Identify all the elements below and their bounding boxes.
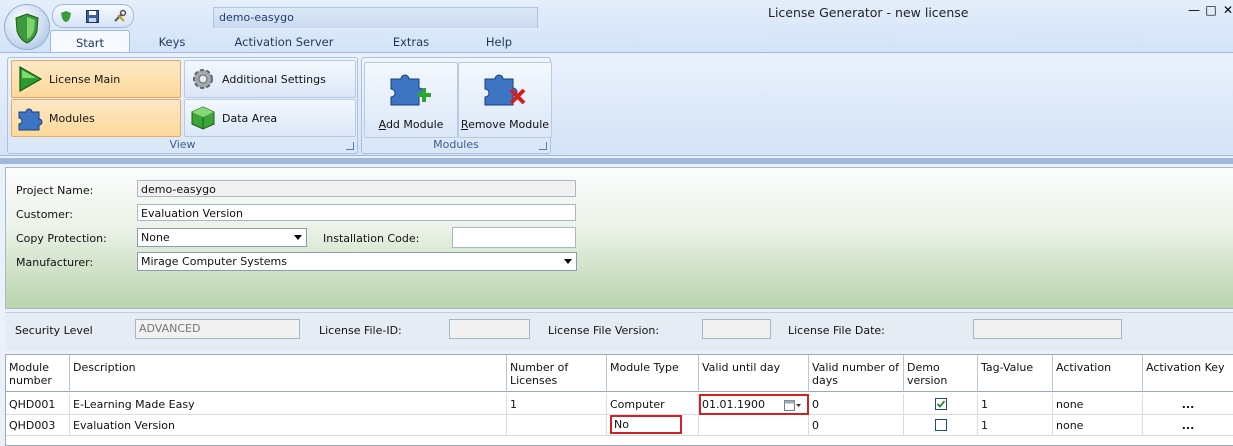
chevron-down-icon (564, 259, 572, 264)
module-type-editor[interactable]: No (610, 415, 682, 434)
calendar-icon[interactable] (784, 399, 802, 413)
data-cube-icon (188, 103, 218, 133)
splitter[interactable] (0, 158, 1233, 164)
shield-icon (15, 13, 39, 44)
gear-icon (188, 64, 218, 94)
column-header[interactable]: Number of Licenses (507, 355, 607, 392)
chevron-down-icon (294, 235, 302, 240)
view-group-label: View (169, 138, 196, 151)
customer-field[interactable]: Evaluation Version (137, 204, 576, 221)
license-file-date-label: License File Date: (788, 324, 885, 337)
remove-module-button[interactable]: Remove Module (458, 62, 552, 138)
table-cell-valid-days[interactable]: 0 (809, 415, 904, 436)
license-file-version-label: License File Version: (548, 324, 660, 337)
security-level-label: Security Level (15, 324, 93, 337)
license-form-panel: Project Name: demo-easygo Customer: Eval… (5, 167, 1233, 309)
demo-version-checkbox[interactable] (935, 398, 947, 410)
demo-version-checkbox[interactable] (935, 419, 947, 431)
tab-keys[interactable]: Keys (142, 30, 202, 52)
column-header[interactable]: Valid number of days (809, 355, 904, 392)
activation-key-button[interactable]: ... (1143, 415, 1233, 436)
data-area-button[interactable]: Data Area (184, 99, 356, 137)
add-module-icon (390, 74, 431, 106)
table-cell-valid-days[interactable]: 0 (809, 394, 904, 415)
minimize-button[interactable]: — (1186, 3, 1202, 17)
save-icon[interactable] (86, 9, 100, 23)
column-header[interactable]: Valid until day (699, 355, 809, 392)
tab-extras[interactable]: Extras (382, 30, 440, 52)
installation-code-field[interactable] (452, 227, 576, 248)
add-module-button[interactable]: Add Module (364, 62, 458, 138)
tab-activation-server[interactable]: Activation Server (222, 30, 346, 52)
contextual-project-tab: demo-easygo (213, 7, 538, 28)
table-cell-tag[interactable]: 1 (978, 394, 1053, 415)
table-cell-valid-until[interactable] (699, 415, 809, 436)
shield-icon[interactable] (59, 9, 73, 23)
license-file-version-field (702, 319, 771, 339)
table-cell-module[interactable]: QHD001 (6, 394, 70, 415)
remove-module-icon (484, 74, 526, 106)
additional-settings-button[interactable]: Additional Settings (184, 60, 356, 98)
puzzle-icon (15, 103, 45, 133)
project-tab-label: demo-easygo (219, 11, 294, 24)
column-header[interactable]: Description (70, 355, 507, 392)
application-menu-button[interactable] (5, 5, 49, 49)
manufacturer-label: Manufacturer: (16, 256, 94, 269)
table-cell-module-type[interactable]: Computer (607, 394, 699, 415)
column-header[interactable]: Tag-Value (978, 355, 1053, 392)
column-header[interactable]: Activation (1053, 355, 1143, 392)
customer-label: Customer: (16, 208, 73, 221)
table-cell-module-type[interactable]: No (607, 415, 699, 436)
license-main-button[interactable]: License Main (11, 60, 181, 98)
project-name-label: Project Name: (16, 184, 94, 197)
installation-code-label: Installation Code: (323, 232, 420, 245)
play-icon (15, 64, 45, 94)
column-header[interactable]: Activation Key (1143, 355, 1233, 392)
manufacturer-select[interactable]: Mirage Computer Systems (137, 252, 577, 271)
close-button[interactable]: ✕ (1220, 3, 1233, 17)
view-dialog-launcher[interactable] (346, 142, 354, 150)
column-header[interactable]: Demo version (904, 355, 978, 392)
security-panel: Security Level ADVANCED License File-ID:… (5, 312, 1233, 351)
license-file-id-label: License File-ID: (319, 324, 402, 337)
tab-help[interactable]: Help (472, 30, 526, 52)
window-title: License Generator - new license (768, 5, 969, 20)
modules-button[interactable]: Modules (11, 99, 181, 137)
table-cell-tag[interactable]: 1 (978, 415, 1053, 436)
column-header[interactable]: Module Type (607, 355, 699, 392)
column-header[interactable]: Module number (6, 355, 70, 392)
modules-group: Add Module Remove Module Modules (361, 57, 552, 154)
quick-access-toolbar (52, 4, 134, 28)
copy-protection-select[interactable]: None (137, 228, 307, 247)
modules-grid: Module number Description Number of Lice… (5, 354, 1233, 446)
table-cell-description[interactable]: Evaluation Version (70, 415, 507, 436)
table-cell-demo[interactable] (904, 394, 978, 415)
view-group: License Main Additional Settings Modules… (7, 57, 358, 154)
table-cell-licenses[interactable]: 1 (507, 394, 607, 415)
copy-protection-label: Copy Protection: (16, 232, 107, 245)
checkmark-icon (936, 400, 946, 408)
license-file-id-field (449, 319, 530, 339)
modules-group-label: Modules (433, 138, 479, 151)
table-cell-description[interactable]: E-Learning Made Easy (70, 394, 507, 415)
table-cell-demo[interactable] (904, 415, 978, 436)
valid-until-date-picker[interactable]: 01.01.1900 (699, 394, 809, 415)
table-cell-licenses[interactable] (507, 415, 607, 436)
project-name-field[interactable]: demo-easygo (137, 180, 576, 197)
license-file-date-field (973, 319, 1122, 339)
ribbon: License Main Additional Settings Modules… (0, 52, 1233, 156)
tab-start[interactable]: Start (50, 30, 130, 53)
table-cell-module[interactable]: QHD003 (6, 415, 70, 436)
activation-key-button[interactable]: ... (1143, 394, 1233, 415)
security-level-field: ADVANCED (135, 319, 300, 339)
modules-dialog-launcher[interactable] (539, 142, 547, 150)
maximize-button[interactable]: □ (1203, 3, 1219, 17)
table-cell-activation[interactable]: none (1053, 394, 1143, 415)
table-cell-activation[interactable]: none (1053, 415, 1143, 436)
tools-icon[interactable] (113, 9, 127, 23)
